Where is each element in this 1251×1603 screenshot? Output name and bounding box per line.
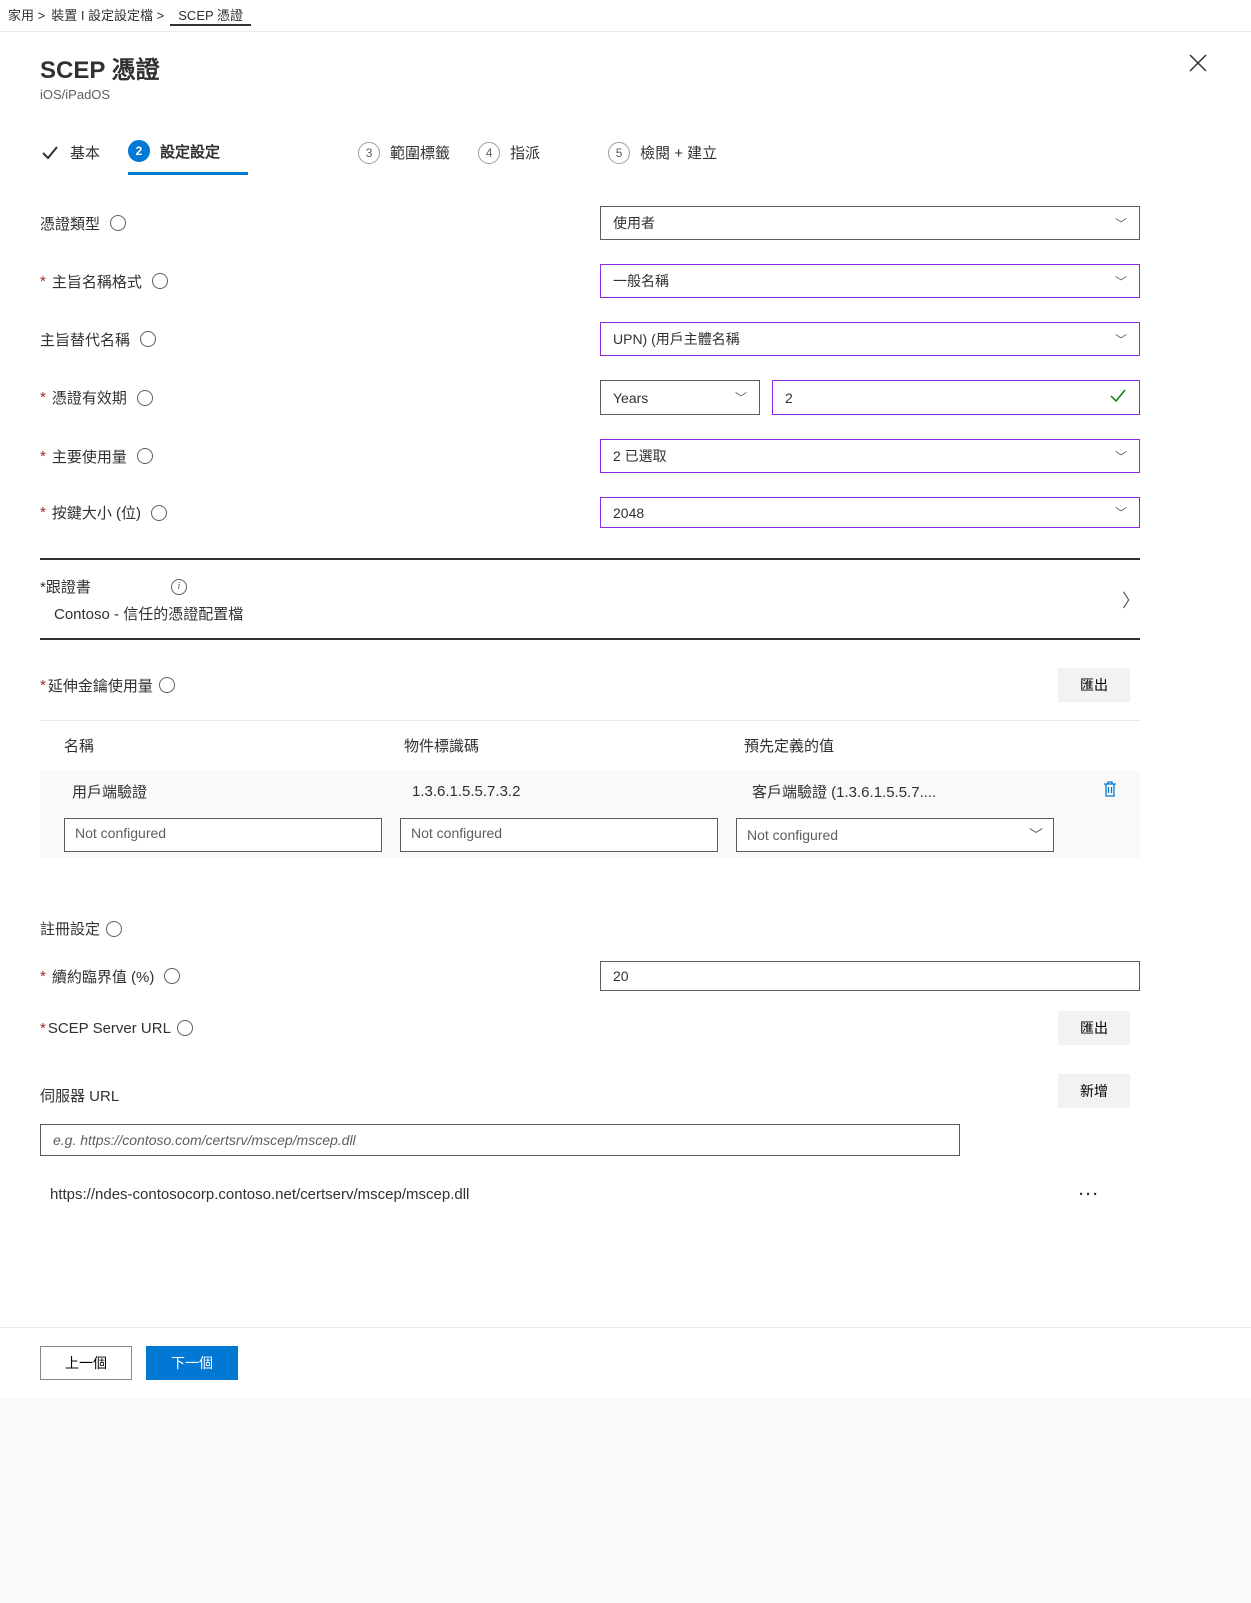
add-button[interactable]: 新增 — [1058, 1074, 1130, 1108]
wizard-step-label: 指派 — [510, 142, 540, 163]
label-san: 主旨替代名稱 — [40, 329, 600, 350]
eku-input-name[interactable]: Not configured — [64, 818, 382, 852]
input-validity-value[interactable]: 2 — [772, 380, 1140, 415]
close-icon[interactable] — [1185, 50, 1211, 81]
dropdown-validity-unit[interactable]: Years ﹀ — [600, 380, 760, 415]
chevron-down-icon: ﹀ — [1115, 504, 1127, 521]
col-header-predefined: 預先定義的值 — [744, 735, 1080, 756]
eku-input-oid[interactable]: Not configured — [400, 818, 718, 852]
label-server-urls: 伺服器 URL — [40, 1085, 119, 1106]
col-header-oid: 物件標識碼 — [404, 735, 744, 756]
info-icon[interactable] — [110, 215, 126, 231]
heading-enrollment: 註冊設定 — [40, 918, 1140, 939]
dropdown-value: 2 已選取 — [613, 446, 667, 466]
info-icon[interactable] — [159, 677, 175, 693]
step-number-icon: 3 — [358, 142, 380, 164]
step-number-icon: 4 — [478, 142, 500, 164]
dropdown-san[interactable]: UPN) (用戶主體名稱 ﹀ — [600, 322, 1140, 356]
chevron-down-icon: ﹀ — [1115, 215, 1127, 232]
eku-input-predefined[interactable]: Not configured ﹀ — [736, 818, 1054, 852]
label-eku: *延伸金鑰使用量 — [40, 675, 175, 696]
step-number-icon: 5 — [608, 142, 630, 164]
wizard-steps: 基本 2 設定設定 3 範圍標籤 4 指派 5 檢閱 + 建立 — [40, 132, 1140, 176]
dropdown-value: UPN) (用戶主體名稱 — [613, 329, 740, 349]
info-icon[interactable] — [137, 448, 153, 464]
server-url-row: https://ndes-contosocorp.contoso.net/cer… — [40, 1182, 1140, 1207]
wizard-step-label: 基本 — [70, 142, 100, 163]
eku-table-row: 用戶端驗證 1.3.6.1.5.5.7.3.2 客戶端驗證 (1.3.6.1.5… — [40, 770, 1140, 812]
info-icon[interactable] — [137, 390, 153, 406]
info-icon[interactable] — [151, 505, 167, 521]
delete-icon[interactable] — [1101, 785, 1119, 802]
export-button[interactable]: 匯出 — [1058, 668, 1130, 702]
chevron-down-icon: ﹀ — [1115, 273, 1127, 290]
server-url-value: https://ndes-contosocorp.contoso.net/cer… — [50, 1186, 469, 1203]
label-cert-type: 憑證類型 — [40, 213, 600, 234]
label-renewal-threshold: *續約臨界值 (%) — [40, 966, 600, 987]
page-title: SCEP 憑證 — [40, 50, 160, 85]
wizard-step-review[interactable]: 5 檢閱 + 建立 — [608, 132, 745, 175]
export-button-scep[interactable]: 匯出 — [1058, 1011, 1130, 1045]
input-server-url[interactable] — [40, 1124, 960, 1156]
wizard-step-assign[interactable]: 4 指派 — [478, 132, 568, 175]
label-key-usage: *主要使用量 — [40, 446, 600, 467]
dropdown-key-size[interactable]: 2048 ﹀ — [600, 497, 1140, 528]
dropdown-key-usage[interactable]: 2 已選取 ﹀ — [600, 439, 1140, 473]
dropdown-subject-name-format[interactable]: 一般名稱 ﹀ — [600, 264, 1140, 298]
label-validity-period: *憑證有效期 — [40, 387, 600, 408]
breadcrumb-devices[interactable]: 裝置 I 設定設定檔 > — [51, 5, 164, 26]
label-subject-name-format: *主旨名稱格式 — [40, 271, 600, 292]
root-cert-value: Contoso - 信任的憑證配置檔 — [40, 603, 243, 624]
wizard-step-scope[interactable]: 3 範圍標籤 — [358, 132, 478, 175]
previous-button[interactable]: 上一個 — [40, 1346, 132, 1380]
chevron-down-icon: ﹀ — [1115, 448, 1127, 465]
more-icon[interactable]: ··· — [1079, 1186, 1100, 1203]
info-icon[interactable] — [171, 579, 187, 595]
label-root-cert: *跟證書 — [40, 576, 91, 597]
input-value: 20 — [613, 968, 629, 984]
label-key-size: *按鍵大小 (位) — [40, 502, 600, 523]
info-icon[interactable] — [106, 921, 122, 937]
wizard-step-label: 設定設定 — [160, 141, 220, 162]
dropdown-value: Years — [613, 390, 648, 406]
wizard-step-config[interactable]: 2 設定設定 — [128, 132, 248, 175]
breadcrumb-current: SCEP 憑證 — [170, 5, 251, 26]
eku-row-name: 用戶端驗證 — [72, 781, 412, 802]
eku-new-row: Not configured Not configured Not config… — [40, 812, 1140, 858]
chevron-down-icon: ﹀ — [1029, 825, 1043, 845]
eku-row-oid: 1.3.6.1.5.5.7.3.2 — [412, 783, 752, 800]
col-header-name: 名稱 — [64, 735, 404, 756]
wizard-step-label: 範圍標籤 — [390, 142, 450, 163]
chevron-down-icon: ﹀ — [735, 389, 747, 406]
dropdown-value: 2048 — [613, 505, 644, 521]
chevron-down-icon: ﹀ — [1115, 331, 1127, 348]
next-button[interactable]: 下一個 — [146, 1346, 238, 1380]
dropdown-value: 一般名稱 — [613, 271, 669, 291]
root-certificate-row[interactable]: *跟證書 Contoso - 信任的憑證配置檔 〉 — [40, 560, 1140, 640]
info-icon[interactable] — [164, 968, 180, 984]
eku-table-header: 名稱 物件標識碼 預先定義的值 — [40, 721, 1140, 770]
input-value: 2 — [785, 390, 793, 406]
dropdown-cert-type[interactable]: 使用者 ﹀ — [600, 206, 1140, 240]
label-scep-url: *SCEP Server URL — [40, 1020, 193, 1037]
info-icon[interactable] — [152, 273, 168, 289]
dropdown-value: 使用者 — [613, 213, 655, 233]
breadcrumb: 家用 > 裝置 I 設定設定檔 > SCEP 憑證 — [0, 0, 1251, 32]
eku-row-predefined: 客戶端驗證 (1.3.6.1.5.5.7.... — [752, 781, 1080, 802]
info-icon[interactable] — [177, 1020, 193, 1036]
input-renewal-threshold[interactable]: 20 — [600, 961, 1140, 991]
wizard-step-label: 檢閱 + 建立 — [640, 142, 717, 163]
footer-actions: 上一個 下一個 — [0, 1327, 1251, 1398]
page-subtitle: iOS/iPadOS — [40, 87, 160, 102]
step-number-icon: 2 — [128, 140, 150, 162]
wizard-step-basics[interactable]: 基本 — [40, 132, 128, 175]
chevron-right-icon: 〉 — [1122, 587, 1140, 613]
info-icon[interactable] — [140, 331, 156, 347]
checkmark-icon — [40, 143, 60, 163]
checkmark-ok-icon — [1109, 387, 1127, 408]
breadcrumb-home[interactable]: 家用 > — [8, 5, 45, 26]
